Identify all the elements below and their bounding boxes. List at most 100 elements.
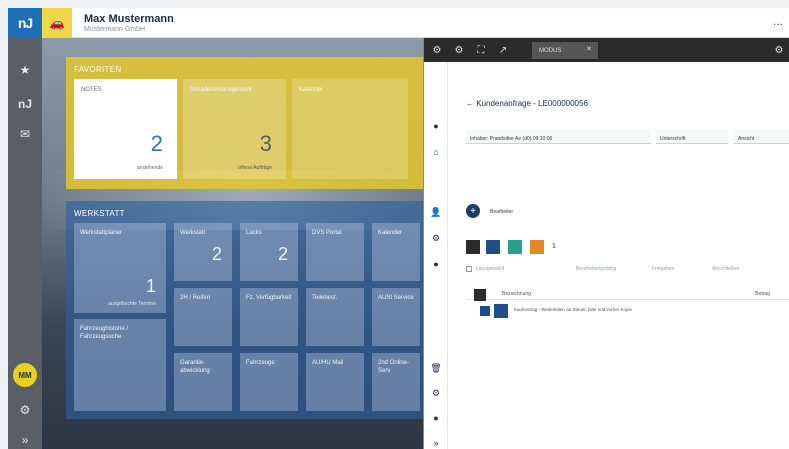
collapse-icon[interactable]: » [8,430,42,449]
toolbar-item[interactable]: Freigeben [652,266,675,272]
back-link[interactable]: ← Kundenanfrage - LE000000056 [466,99,588,108]
orange-square-icon[interactable] [530,240,544,254]
toolbar-item[interactable]: Lausgewählt [476,266,504,272]
favorite-tile-schadensmanagement[interactable]: Schadensmanagement 3 offene Aufträge [183,79,286,179]
field-inhaber[interactable]: Inhaber: Prandsitter Ae (d0) 09:10:00 [466,130,651,144]
tile-label: AU/HU Mail [312,360,344,366]
row-text: Kaufvertrag - Weiterleiten an Steuer, bi… [514,307,632,312]
tile-label: Werkstattplaner [80,230,122,236]
avatar[interactable]: MM [13,363,37,387]
car-icon [494,304,508,318]
tile-value: 2 [277,244,288,264]
tile-label: Teilebest. [312,295,338,301]
external-link-icon[interactable]: ↗ [496,43,510,57]
person-icon[interactable]: 👤 [430,206,442,218]
werkstatt-tile[interactable]: Kalender [372,223,420,281]
tile-value: 1 [145,276,156,296]
column-header: Bezeichnung [502,291,531,297]
more-menu-button[interactable]: ... [773,14,783,28]
tile-value: 2 [150,131,163,156]
werkstatt-tile[interactable]: Garantie- abwicklung [174,353,232,411]
star-icon[interactable]: ★ [8,60,42,80]
tab-modus[interactable]: MODUS ✕ [532,42,598,59]
mail-icon[interactable]: ✉ [8,124,42,144]
tile-label: AUSt Service [378,295,414,301]
tile-label: Kalender [378,230,403,236]
tile-label: Garantie- abwicklung [180,360,210,374]
row-add-label: Bearbeiter [490,209,514,215]
field-unterschrift[interactable]: Unterschrift [656,130,728,144]
panel-toolbar: ⚙ ⚙ ⛶ ↗ MODUS ✕ ⚙ [424,38,789,62]
werkstatt-tile[interactable]: Fahrzeuge [240,353,298,411]
werkstatt-title: WERKSTATT [74,209,125,218]
werkstatt-tile[interactable]: Fz. Verfügbarkeit [240,288,298,346]
user-name: Max Mustermann [84,13,174,25]
werkstatt-tile[interactable]: AUSt Service [372,288,420,346]
table-header: Bezeichnung Betrag [466,286,789,301]
home-icon[interactable]: ⌂ [430,146,442,158]
expand-icon[interactable]: ⛶ [474,43,488,57]
tile-sub: ausgebuchte Termine [108,301,156,307]
table-row[interactable]: Kaufvertrag - Weiterleiten an Steuer, bi… [466,302,789,318]
favorite-tile-kalender[interactable]: Kalender [292,79,408,179]
tile-value: 2 [211,244,222,264]
werkstatt-tile[interactable]: 2H / Reifen [174,288,232,346]
app-root: nJ ★ nJ ✉ MM ⚙ » 🚗 Max Mustermann Muster… [0,0,789,449]
avatar-icon[interactable]: ● [430,120,442,132]
toolbar-item[interactable]: Abschließen [712,266,740,272]
gear-icon[interactable]: ⚙ [8,400,42,420]
werkstatt-tile[interactable]: Fahrzeughistorie / Fahrzeugsuche [74,319,166,411]
teal-square-icon[interactable] [508,240,522,254]
werkstatt-tile[interactable]: Teilebest. [306,288,364,346]
select-all-checkbox[interactable] [466,266,472,272]
werkstatt-tile[interactable]: DVS Portal [306,223,364,281]
app-logo[interactable]: nJ [8,8,42,38]
add-button[interactable]: + [466,204,480,218]
doc-icon [474,289,486,301]
close-icon[interactable]: ✕ [586,45,592,53]
info-icon[interactable]: ● [430,412,442,424]
tile-sub: anstehende [136,165,163,171]
werkstatt-tile[interactable]: Werkstattplaner 1 ausgebuchte Termine [74,223,166,313]
favorite-tile-notes[interactable]: NOTES 2 anstehende [74,79,177,179]
nj-icon[interactable]: nJ [8,94,42,114]
gear-icon[interactable]: ⚙ [452,43,466,57]
werkstatt-tile[interactable]: Werkstatt 2 [174,223,232,281]
werkstatt-section: WERKSTATT Werkstattplaner 1 ausgebuchte … [66,201,423,419]
column-header: Betrag [755,291,770,297]
tile-label: NOTES [81,87,102,93]
tile-label: Schadensmanagement [190,87,252,93]
tile-label: Werkstatt [180,230,206,236]
field-ansicht[interactable]: Ansicht [734,130,789,144]
werkstatt-tile[interactable]: AU/HU Mail [306,353,364,411]
tab-label: MODUS [539,47,562,54]
werkstatt-tile[interactable]: 2nd Online-Serv [372,353,420,411]
back-arrow-icon: ← [466,99,474,108]
page-title: Kundenanfrage - LE000000056 [476,99,588,108]
collapse-icon[interactable]: » [430,437,442,449]
pin-icon[interactable]: ● [430,258,442,270]
blue-square-icon[interactable] [486,240,500,254]
favoriten-section: FAVORITEN NOTES 2 anstehende Schadensman… [66,57,423,189]
doc-icon[interactable] [466,240,480,254]
blue-marker-icon [480,306,490,316]
tile-label: Lacks [246,230,262,236]
favoriten-title: FAVORITEN [74,65,122,74]
tile-label: Kalender [299,87,324,93]
top-header: 🚗 Max Mustermann Mustermann GmbH ... [42,8,789,38]
detail-panel: ⚙ ⚙ ⛶ ↗ MODUS ✕ ⚙ ● ⌂ 👤 ⚙ ● 🗑 ⚙ ● » ← Ku… [423,38,789,449]
car-icon[interactable]: 🚗 [42,8,72,38]
werkstatt-tile[interactable]: Lacks 2 [240,223,298,281]
settings-icon[interactable]: ⚙ [430,43,444,57]
tile-sub: offene Aufträge [238,165,272,171]
tile-value: 3 [259,131,272,156]
gear-icon[interactable]: ⚙ [430,387,442,399]
toolbar-item[interactable]: Bearbeitungsfähig [576,266,616,272]
settings-icon[interactable]: ⚙ [772,43,786,57]
settings-icon[interactable]: ⚙ [430,232,442,244]
tile-label: Fahrzeuge [246,360,275,366]
tile-label: Fahrzeughistorie / Fahrzeugsuche [80,326,129,340]
user-company: Mustermann GmbH [84,26,146,33]
trash-icon[interactable]: 🗑 [430,362,442,374]
tile-label: Fz. Verfügbarkeit [246,295,292,301]
